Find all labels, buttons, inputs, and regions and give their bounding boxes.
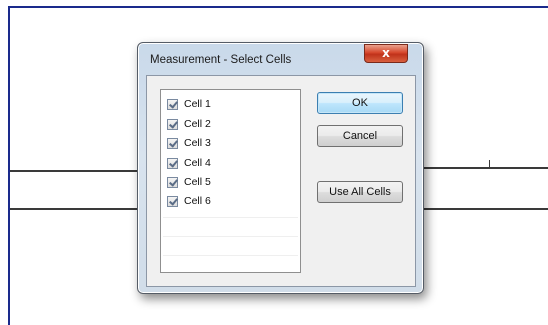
cell-label: Cell 1 bbox=[184, 98, 211, 110]
plot-trace-upper-right bbox=[424, 167, 548, 169]
cancel-button[interactable]: Cancel bbox=[317, 125, 403, 147]
plot-trace-lower-right bbox=[424, 208, 548, 210]
list-item-cell-6[interactable]: Cell 6 bbox=[167, 193, 295, 209]
checkbox-cell-2[interactable] bbox=[167, 118, 178, 130]
cell-label: Cell 3 bbox=[184, 137, 211, 149]
list-item-cell-5[interactable]: Cell 5 bbox=[167, 174, 295, 190]
checkbox-cell-5[interactable] bbox=[167, 176, 178, 188]
use-all-cells-button[interactable]: Use All Cells bbox=[317, 181, 403, 203]
close-button[interactable]: x bbox=[364, 44, 408, 63]
list-item-cell-1[interactable]: Cell 1 bbox=[167, 96, 295, 112]
plot-tick-mark bbox=[489, 160, 490, 167]
checkbox-cell-6[interactable] bbox=[167, 195, 178, 207]
list-item-cell-4[interactable]: Cell 4 bbox=[167, 155, 295, 171]
empty-list-row bbox=[163, 236, 298, 237]
close-icon: x bbox=[382, 46, 390, 60]
dialog-client-area: Cell 1 Cell 2 Cell 3 Cell 4 Cell 5 Cell … bbox=[146, 75, 416, 287]
dialog-title: Measurement - Select Cells bbox=[150, 54, 292, 66]
cell-label: Cell 5 bbox=[184, 176, 211, 188]
cell-label: Cell 4 bbox=[184, 157, 211, 169]
empty-list-row bbox=[163, 217, 298, 218]
list-item-cell-3[interactable]: Cell 3 bbox=[167, 135, 295, 151]
ok-button[interactable]: OK bbox=[317, 92, 403, 114]
select-cells-dialog: Measurement - Select Cells x Cell 1 Cell… bbox=[137, 42, 424, 294]
cell-label: Cell 2 bbox=[184, 118, 211, 130]
checkbox-cell-3[interactable] bbox=[167, 137, 178, 149]
empty-list-row bbox=[163, 255, 298, 256]
plot-trace-upper-left bbox=[10, 170, 140, 172]
cell-label: Cell 6 bbox=[184, 195, 211, 207]
checkbox-cell-1[interactable] bbox=[167, 98, 178, 110]
list-item-cell-2[interactable]: Cell 2 bbox=[167, 116, 295, 132]
plot-trace-lower-left bbox=[10, 208, 140, 210]
cell-checklist[interactable]: Cell 1 Cell 2 Cell 3 Cell 4 Cell 5 Cell … bbox=[160, 89, 301, 273]
checkbox-cell-4[interactable] bbox=[167, 157, 178, 169]
